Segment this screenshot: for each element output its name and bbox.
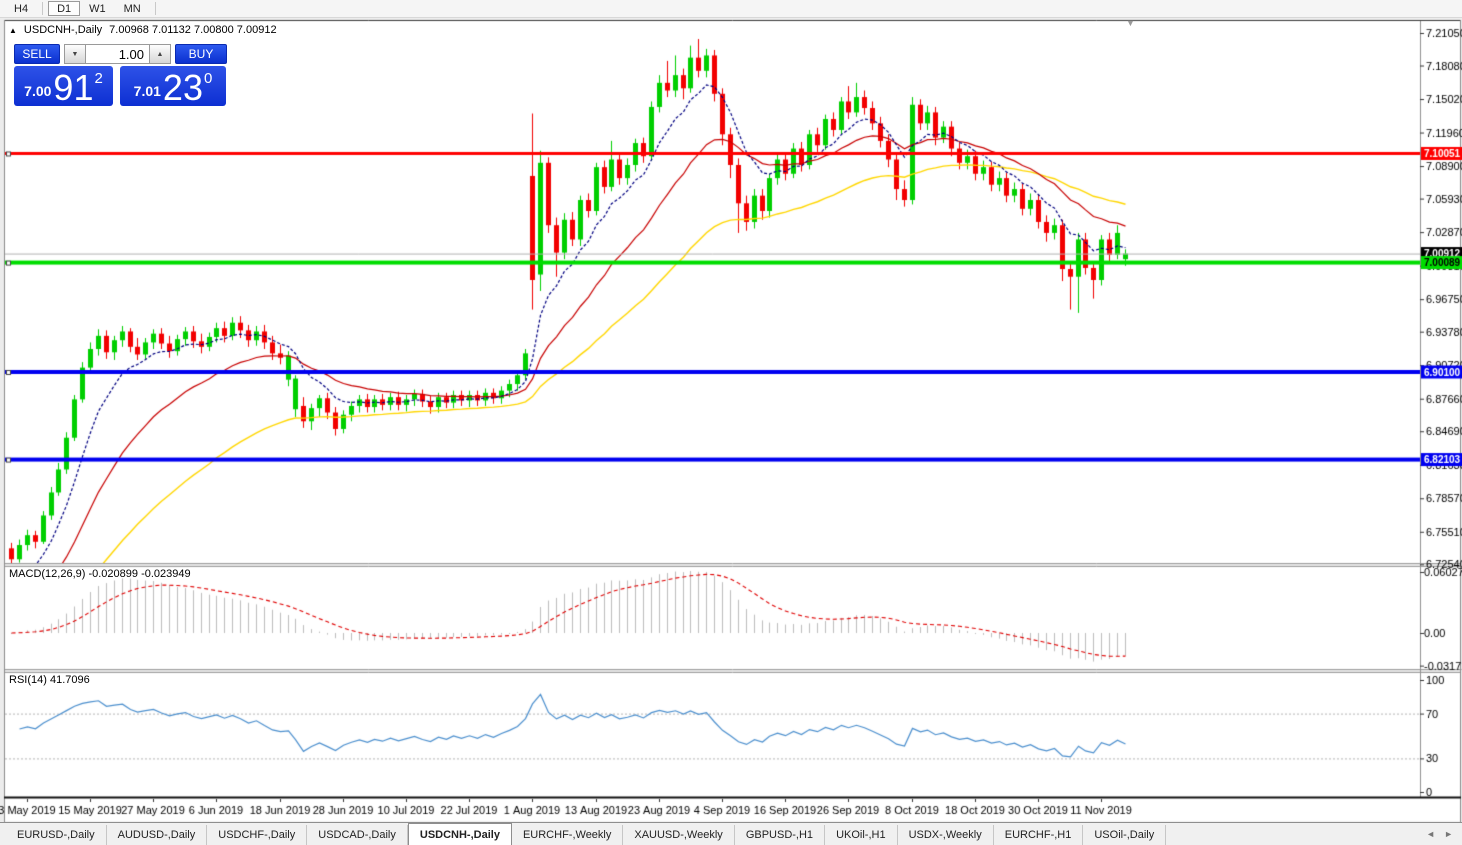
buy-price-prefix: 7.01 — [134, 83, 161, 99]
sell-price-pip: 2 — [94, 70, 102, 87]
symbol-label: USDCNH-,Daily — [24, 24, 102, 36]
chart-shift-icon[interactable]: ▼ — [1126, 18, 1135, 28]
sell-price-big-digits: 91 — [53, 73, 93, 104]
chart-tab-usdchf-daily[interactable]: USDCHF-,Daily — [207, 825, 307, 845]
amount-input[interactable] — [86, 44, 149, 64]
buy-price-big-digits: 23 — [163, 73, 203, 104]
rsi-indicator-label: RSI(14) 41.7096 — [9, 674, 90, 686]
amount-decrease-button[interactable]: ▼ — [64, 44, 86, 64]
timeframe-button-w1[interactable]: W1 — [80, 1, 115, 16]
tab-scroll-right-icon[interactable]: ► — [1444, 829, 1453, 839]
tab-scroll-left-icon[interactable]: ◄ — [1426, 829, 1435, 839]
chart-tab-audusd-daily[interactable]: AUDUSD-,Daily — [107, 825, 208, 845]
buy-price-pip: 0 — [204, 70, 212, 87]
tab-scroll-arrows: ◄ ► — [1426, 823, 1462, 845]
chart-title: ▲ USDCNH-,Daily 7.00968 7.01132 7.00800 … — [9, 24, 277, 36]
buy-button[interactable]: BUY — [175, 44, 227, 64]
sell-price-prefix: 7.00 — [24, 83, 51, 99]
timeframe-button-mn[interactable]: MN — [115, 1, 150, 16]
chart-tab-usdx-weekly[interactable]: USDX-,Weekly — [898, 825, 994, 845]
chart-tab-usdcnh-daily[interactable]: USDCNH-,Daily — [408, 823, 512, 845]
chart-canvas[interactable] — [0, 18, 1462, 822]
chart-tabs: EURUSD-,DailyAUDUSD-,DailyUSDCHF-,DailyU… — [0, 823, 1166, 845]
collapse-panel-icon[interactable]: ▲ — [9, 26, 17, 35]
chart-tab-ukoil-h1[interactable]: UKOil-,H1 — [825, 825, 898, 845]
one-click-trading-panel: SELL ▼ ▲ BUY 7.00 91 2 7.01 23 0 — [14, 44, 230, 106]
toolbar-separator — [42, 2, 43, 15]
sell-price-display[interactable]: 7.00 91 2 — [14, 66, 113, 106]
chart-tab-usdcad-daily[interactable]: USDCAD-,Daily — [307, 825, 408, 845]
chart-tab-xauusd-weekly[interactable]: XAUUSD-,Weekly — [623, 825, 734, 845]
amount-increase-button[interactable]: ▲ — [149, 44, 171, 64]
buy-price-display[interactable]: 7.01 23 0 — [120, 66, 226, 106]
sell-button[interactable]: SELL — [14, 44, 60, 64]
chart-tab-eurchf-h1[interactable]: EURCHF-,H1 — [994, 825, 1084, 845]
chart-tab-usoil-daily[interactable]: USOil-,Daily — [1083, 825, 1166, 845]
macd-indicator-label: MACD(12,26,9) -0.020899 -0.023949 — [9, 568, 191, 580]
timeframe-button-h4[interactable]: H4 — [5, 1, 37, 16]
chart-tab-eurchf-weekly[interactable]: EURCHF-,Weekly — [512, 825, 623, 845]
toolbar-separator — [155, 2, 156, 15]
timeframe-button-d1[interactable]: D1 — [48, 1, 80, 16]
ohlc-values: 7.00968 7.01132 7.00800 7.00912 — [109, 24, 276, 36]
chart-tab-bar: EURUSD-,DailyAUDUSD-,DailyUSDCHF-,DailyU… — [0, 822, 1462, 845]
chart-tab-gbpusd-h1[interactable]: GBPUSD-,H1 — [735, 825, 825, 845]
timeframe-toolbar: H4 D1W1MN — [0, 0, 1462, 18]
chart-tab-eurusd-daily[interactable]: EURUSD-,Daily — [6, 825, 107, 845]
